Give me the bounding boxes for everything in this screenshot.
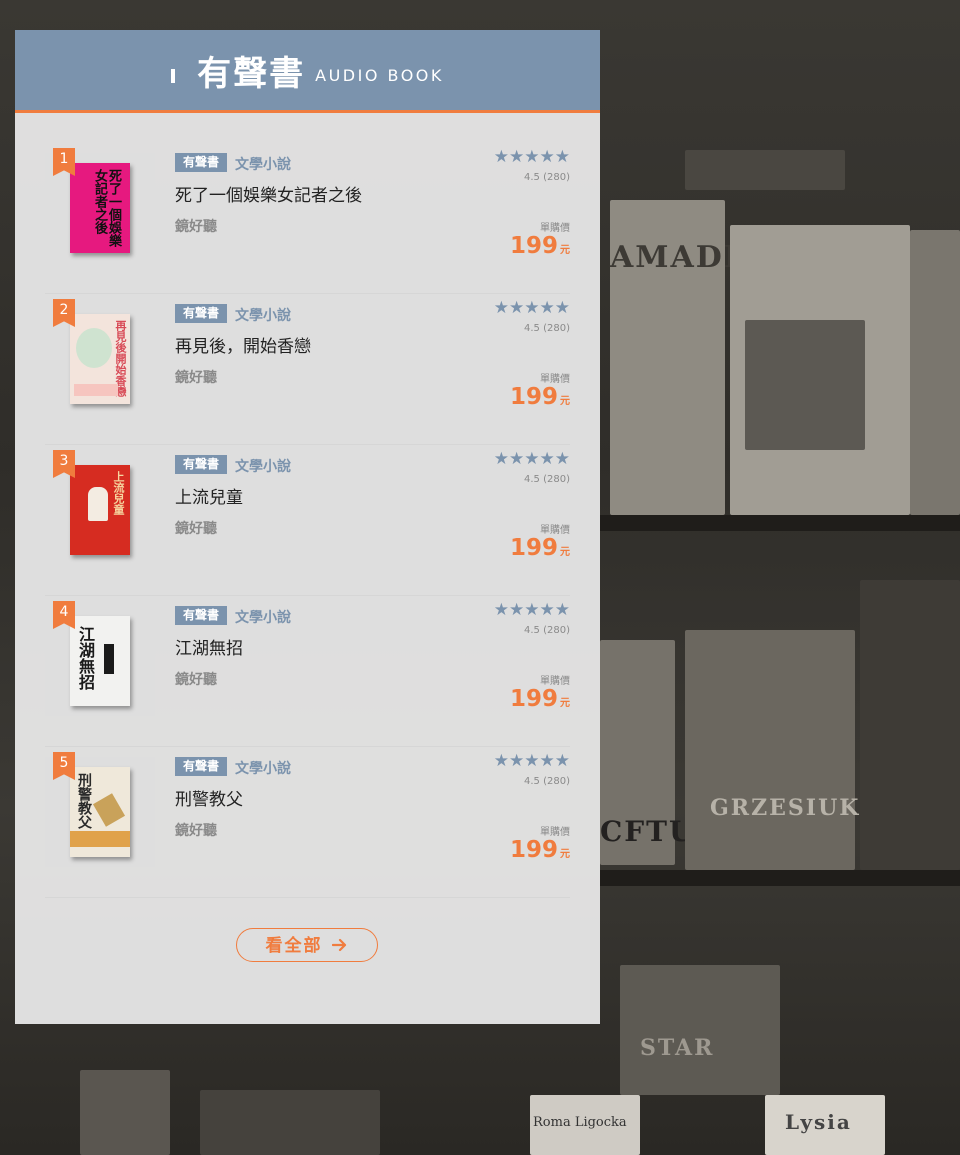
star-rating-icon: ★★★★★ bbox=[493, 751, 570, 771]
background-book-title: Roma Ligocka bbox=[533, 1115, 627, 1130]
cover-title: 上流兒童 bbox=[112, 471, 125, 515]
price-unit: 元 bbox=[560, 245, 570, 256]
rating-count: 4.5 (280) bbox=[524, 474, 570, 485]
category-link[interactable]: 文學小說 bbox=[235, 305, 291, 325]
price-value: 199 bbox=[509, 535, 558, 561]
book-item[interactable]: 死了一個娛樂女記者之後 1 有聲書 文學小說 死了一個娛樂女記者之後 鏡好聽 ★… bbox=[45, 143, 570, 294]
price-label: 單購價 bbox=[540, 827, 570, 838]
audiobook-tag: 有聲書 bbox=[175, 606, 228, 625]
price: 199 元 bbox=[510, 233, 570, 259]
book-title[interactable]: 死了一個娛樂女記者之後 bbox=[175, 181, 362, 206]
background-book-title: CFTU bbox=[600, 815, 696, 848]
star-rating-icon: ★★★★★ bbox=[493, 298, 570, 318]
audiobook-tag: 有聲書 bbox=[175, 757, 228, 776]
panel-header: 有聲書 AUDIO BOOK bbox=[15, 30, 600, 113]
price: 199 元 bbox=[510, 837, 570, 863]
category-link[interactable]: 文學小說 bbox=[235, 607, 291, 627]
cover-band bbox=[74, 384, 118, 396]
category-link[interactable]: 文學小說 bbox=[235, 154, 291, 174]
cover-image: 江湖無招 bbox=[70, 616, 130, 706]
book-title[interactable]: 刑警教父 bbox=[175, 785, 243, 810]
price-unit: 元 bbox=[560, 396, 570, 407]
star-rating-icon: ★★★★★ bbox=[493, 449, 570, 469]
price-unit: 元 bbox=[560, 849, 570, 860]
price-value: 199 bbox=[509, 233, 558, 259]
background-book bbox=[685, 630, 855, 870]
background-book bbox=[860, 580, 960, 870]
cover-image: 刑警教父 bbox=[70, 767, 130, 857]
price: 199 元 bbox=[510, 686, 570, 712]
price: 199 元 bbox=[510, 384, 570, 410]
book-item[interactable]: 再見後開始香戀 2 有聲書 文學小說 再見後，開始香戀 鏡好聽 ★★★★★ 4.… bbox=[45, 294, 570, 445]
price-value: 199 bbox=[509, 837, 558, 863]
star-rating-icon: ★★★★★ bbox=[493, 600, 570, 620]
cover-title: 江湖無招 bbox=[76, 626, 95, 690]
cover-illustration bbox=[76, 328, 112, 368]
panel-subtitle: AUDIO BOOK bbox=[315, 65, 444, 85]
view-all-button[interactable]: 看全部 bbox=[236, 928, 378, 962]
header-accent-bar bbox=[171, 69, 176, 83]
publisher: 鏡好聽 bbox=[175, 823, 217, 839]
audiobook-tag: 有聲書 bbox=[175, 455, 228, 474]
publisher: 鏡好聽 bbox=[175, 672, 217, 688]
category-link[interactable]: 文學小說 bbox=[235, 456, 291, 476]
background-book bbox=[200, 1090, 380, 1155]
price-label: 單購價 bbox=[540, 223, 570, 234]
price-unit: 元 bbox=[560, 698, 570, 709]
book-item[interactable]: 江湖無招 4 有聲書 文學小說 江湖無招 鏡好聽 ★★★★★ 4.5 (280)… bbox=[45, 596, 570, 747]
book-title[interactable]: 上流兒童 bbox=[175, 483, 243, 508]
cover-image: 上流兒童 bbox=[70, 465, 130, 555]
audiobook-panel: 有聲書 AUDIO BOOK 死了一個娛樂女記者之後 1 有聲書 文學小說 死了… bbox=[15, 30, 600, 1024]
shelf-board bbox=[600, 870, 960, 886]
rating-count: 4.5 (280) bbox=[524, 625, 570, 636]
price-value: 199 bbox=[509, 384, 558, 410]
audiobook-tag: 有聲書 bbox=[175, 304, 228, 323]
background-book bbox=[685, 150, 845, 190]
background-book bbox=[80, 1070, 170, 1155]
cover-image: 再見後開始香戀 bbox=[70, 314, 130, 404]
arrow-right-icon bbox=[332, 938, 347, 952]
book-list: 死了一個娛樂女記者之後 1 有聲書 文學小說 死了一個娛樂女記者之後 鏡好聽 ★… bbox=[45, 143, 570, 898]
cover-image: 死了一個娛樂女記者之後 bbox=[70, 163, 130, 253]
cover-illustration bbox=[104, 644, 114, 674]
price: 199 元 bbox=[510, 535, 570, 561]
star-rating-icon: ★★★★★ bbox=[493, 147, 570, 167]
publisher: 鏡好聽 bbox=[175, 521, 217, 537]
cover-illustration bbox=[92, 793, 126, 827]
book-item[interactable]: 上流兒童 3 有聲書 文學小說 上流兒童 鏡好聽 ★★★★★ 4.5 (280)… bbox=[45, 445, 570, 596]
background-book-title: STAR bbox=[640, 1035, 715, 1061]
rating-count: 4.5 (280) bbox=[524, 323, 570, 334]
view-all-label: 看全部 bbox=[265, 936, 323, 956]
panel-title: 有聲書 bbox=[197, 53, 306, 94]
cover-band bbox=[70, 831, 130, 847]
price-value: 199 bbox=[509, 686, 558, 712]
rating-count: 4.5 (280) bbox=[524, 172, 570, 183]
price-label: 單購價 bbox=[540, 374, 570, 385]
book-title[interactable]: 再見後，開始香戀 bbox=[175, 332, 311, 357]
background-book-title: GRZESIUK bbox=[710, 795, 861, 821]
background-book bbox=[745, 320, 865, 450]
price-unit: 元 bbox=[560, 547, 570, 558]
book-title[interactable]: 江湖無招 bbox=[175, 634, 243, 659]
publisher: 鏡好聽 bbox=[175, 370, 217, 386]
book-item[interactable]: 刑警教父 5 有聲書 文學小說 刑警教父 鏡好聽 ★★★★★ 4.5 (280)… bbox=[45, 747, 570, 898]
shelf-board bbox=[600, 515, 960, 531]
price-label: 單購價 bbox=[540, 525, 570, 536]
price-label: 單購價 bbox=[540, 676, 570, 687]
rating-count: 4.5 (280) bbox=[524, 776, 570, 787]
audiobook-tag: 有聲書 bbox=[175, 153, 228, 172]
publisher: 鏡好聽 bbox=[175, 219, 217, 235]
cover-illustration bbox=[88, 487, 108, 521]
background-book-title: Lysia bbox=[785, 1110, 852, 1134]
background-book bbox=[910, 230, 960, 515]
cover-title: 死了一個娛樂女記者之後 bbox=[92, 169, 121, 247]
category-link[interactable]: 文學小說 bbox=[235, 758, 291, 778]
background-book bbox=[620, 965, 780, 1095]
cover-title: 刑警教父 bbox=[76, 773, 92, 829]
